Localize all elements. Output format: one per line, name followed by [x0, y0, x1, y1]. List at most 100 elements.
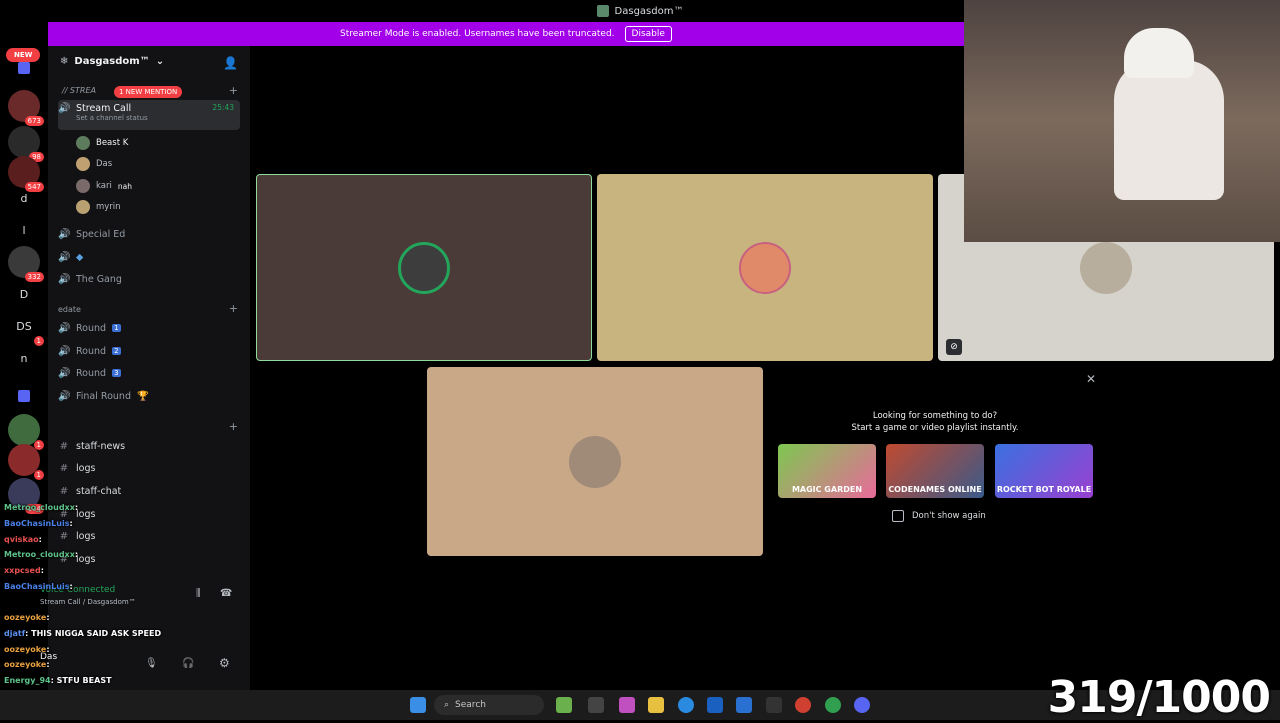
voice-member[interactable]: myrin: [76, 198, 121, 216]
dont-show-again-option[interactable]: Don't show again: [892, 510, 986, 522]
app-icon[interactable]: [619, 697, 635, 713]
app-icon[interactable]: [766, 697, 782, 713]
streamer-mode-banner: Streamer Mode is enabled. Usernames have…: [48, 22, 964, 46]
server-icon[interactable]: 98: [8, 126, 44, 162]
chrome-icon[interactable]: [825, 697, 841, 713]
server-icon[interactable]: 332: [8, 246, 44, 282]
call-timer: 25:43: [212, 103, 234, 112]
disconnect-icon[interactable]: ☎: [220, 588, 232, 599]
avatar: [76, 200, 90, 214]
game-rocket-bot-royale[interactable]: ROCKET BOT ROYALE: [995, 444, 1093, 498]
voice-channel-round-1[interactable]: 🔊 Round 1: [58, 318, 240, 338]
app-icon[interactable]: [588, 697, 604, 713]
voice-member[interactable]: kari nah: [76, 177, 132, 195]
chat-message: oozeyoke:: [4, 645, 50, 654]
server-icon: ❄: [60, 56, 69, 67]
text-channel-logs[interactable]: # logs: [58, 526, 240, 546]
avatar: [569, 435, 621, 488]
rail-folder-icon[interactable]: [18, 390, 30, 402]
channel-status[interactable]: Set a channel status: [76, 114, 148, 122]
close-icon[interactable]: ✕: [1086, 372, 1096, 386]
add-channel-icon[interactable]: +: [229, 302, 238, 315]
new-badge[interactable]: NEW: [6, 48, 41, 62]
app-icon: [596, 5, 609, 17]
avatar: [76, 136, 90, 150]
file-explorer-icon[interactable]: [648, 697, 664, 713]
app-icon[interactable]: [556, 697, 572, 713]
rail-folder-icon[interactable]: [18, 62, 30, 74]
text-channel-logs[interactable]: # logs: [58, 504, 240, 524]
hash-icon: #: [59, 462, 69, 474]
chrome-icon[interactable]: [795, 697, 811, 713]
server-icon[interactable]: 1: [8, 444, 44, 480]
participant-tile[interactable]: [427, 367, 763, 556]
mail-icon[interactable]: [736, 697, 752, 713]
new-mention-pill[interactable]: 1 NEW MENTION: [114, 86, 183, 98]
activity-suggestion-panel: ✕ Looking for something to do? Start a g…: [766, 366, 1104, 556]
taskbar-search[interactable]: ⌕ Search: [434, 695, 544, 715]
text-channel-staff-chat[interactable]: # staff-chat: [58, 481, 240, 501]
text-channel-staff-news[interactable]: # staff-news: [58, 436, 240, 456]
store-icon[interactable]: [707, 697, 723, 713]
chat-message: qviskao:: [4, 535, 42, 544]
voice-channel[interactable]: 🔊 ◆: [58, 247, 240, 267]
voice-channel[interactable]: 🔊 The Gang: [58, 269, 240, 289]
chat-message: xxpcsed:: [4, 566, 44, 575]
search-icon: ⌕: [444, 700, 450, 710]
speaker-icon: 🔊: [58, 103, 71, 114]
sub-goal-counter: 319/1000: [1047, 672, 1271, 723]
checkbox[interactable]: [892, 510, 904, 522]
settings-gear-icon[interactable]: ⚙: [219, 656, 230, 670]
server-icon-DS[interactable]: DS 1: [8, 310, 44, 346]
add-channel-icon[interactable]: +: [229, 420, 238, 433]
microphone-icon[interactable]: 🎙: [145, 658, 158, 669]
edge-icon[interactable]: [678, 697, 694, 713]
hash-icon: #: [59, 440, 69, 452]
avatar: [1080, 242, 1132, 294]
participant-tile[interactable]: [256, 174, 592, 361]
category-stream[interactable]: // STREA: [62, 86, 96, 95]
person-shirt: [1114, 60, 1224, 200]
chat-message: oozeyoke:: [4, 613, 50, 622]
voice-channel-round-3[interactable]: 🔊 Round 3: [58, 363, 240, 383]
game-codenames-online[interactable]: CODENAMES ONLINE: [886, 444, 984, 498]
server-icon-d[interactable]: d: [8, 182, 40, 214]
chat-message: BaoChasinLuis:: [4, 519, 73, 528]
game-magic-garden[interactable]: MAGIC GARDEN: [778, 444, 876, 498]
text-channel-logs[interactable]: # logs: [58, 549, 240, 569]
speaker-icon: 🔊: [58, 345, 71, 357]
server-icon-n[interactable]: n: [8, 342, 40, 374]
avatar: [76, 179, 90, 193]
discord-icon[interactable]: [854, 697, 870, 713]
text-channel-logs[interactable]: # logs: [58, 458, 240, 478]
chat-message: Metroo_cloudxx:: [4, 550, 79, 559]
speaker-icon: 🔊: [58, 322, 71, 334]
stream-muted-icon[interactable]: ⊘: [946, 339, 962, 355]
voice-channel-round-2[interactable]: 🔊 Round 2: [58, 341, 240, 361]
windows-start-icon[interactable]: [410, 697, 426, 713]
add-member-icon[interactable]: 👤: [223, 56, 238, 70]
chat-message: Metroo_cloudxx:: [4, 503, 79, 512]
voice-channel[interactable]: 🔊 Special Ed: [58, 224, 240, 244]
voice-channel-stream-call[interactable]: 🔊 Stream Call Set a channel status 25:43: [58, 100, 240, 130]
participant-tile[interactable]: [597, 174, 933, 361]
noise-suppression-icon[interactable]: ⫼: [196, 588, 201, 599]
category-edate[interactable]: edate: [58, 305, 81, 314]
voice-member[interactable]: Beast K: [76, 134, 128, 152]
chevron-down-icon: ⌄: [155, 56, 165, 67]
speaker-icon: 🔊: [58, 367, 71, 379]
server-icon[interactable]: 673: [8, 90, 44, 126]
voice-member[interactable]: Das: [76, 155, 112, 173]
voice-location[interactable]: Stream Call / Dasgasdom™: [40, 598, 136, 606]
chat-message: oozeyoke:: [4, 660, 50, 669]
avatar: [398, 241, 450, 294]
disable-button[interactable]: Disable: [624, 26, 672, 42]
server-icon-l[interactable]: l: [8, 214, 40, 246]
server-icon-D[interactable]: D: [8, 278, 40, 310]
server-icon[interactable]: 1: [8, 414, 44, 450]
webcam-overlay: [964, 0, 1280, 242]
add-channel-icon[interactable]: +: [229, 84, 238, 97]
server-header[interactable]: ❄ Dasgasdom™ ⌄: [60, 56, 164, 67]
voice-channel-final-round[interactable]: 🔊 Final Round 🏆: [58, 386, 240, 406]
headphones-icon[interactable]: 🎧: [182, 658, 194, 669]
